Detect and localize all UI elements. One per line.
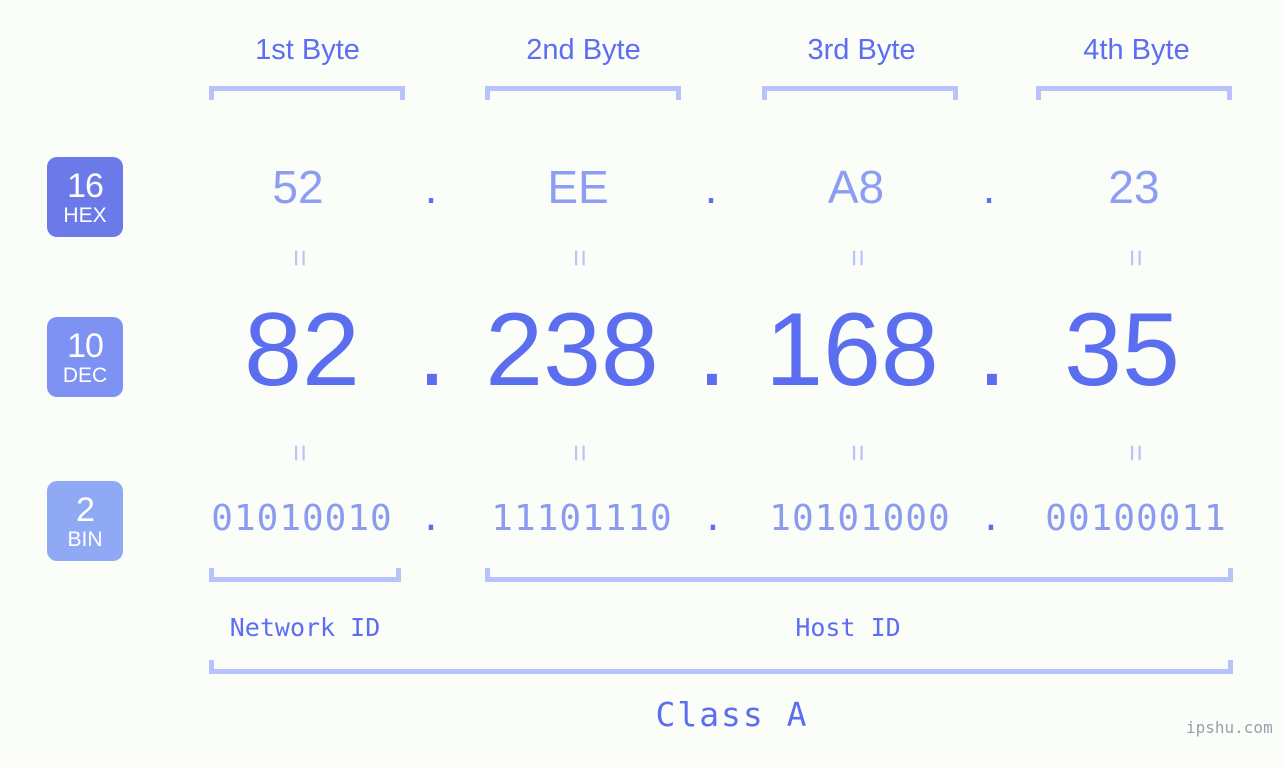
hex-separator-2: . [704, 161, 718, 213]
bin-separator-3: . [980, 498, 1002, 539]
hex-octet-3: A8 [827, 161, 885, 213]
dec-separator-3: . [977, 292, 1007, 408]
equals-mark-hex-dec-3: = [841, 249, 874, 267]
equals-mark-dec-bin-3: = [841, 444, 874, 462]
bin-separator-1: . [420, 498, 442, 539]
equals-mark-dec-bin-1: = [283, 444, 316, 462]
class-label: Class A [655, 695, 809, 734]
dec-octet-2: 238 [485, 292, 659, 408]
badge-dec-number: 10 [67, 326, 104, 365]
dec-octet-3: 168 [765, 292, 939, 408]
hex-octet-2: EE [547, 161, 609, 213]
dec-separator-1: . [417, 292, 447, 408]
equals-mark-hex-dec-4: = [1119, 249, 1152, 267]
badge-hex: 16 HEX [47, 157, 123, 237]
ip-address-breakdown-diagram: 1st Byte 2nd Byte 3rd Byte 4th Byte 16 H… [0, 0, 1285, 767]
badge-hex-label: HEX [63, 203, 107, 227]
badge-bin: 2 BIN [47, 481, 123, 561]
equals-mark-dec-bin-4: = [1119, 444, 1152, 462]
bin-separator-2: . [702, 498, 724, 539]
host-id-label: Host ID [795, 613, 901, 642]
badge-bin-number: 2 [76, 490, 95, 529]
bin-octet-4: 00100011 [1045, 498, 1227, 539]
dec-octet-4: 35 [1064, 292, 1180, 408]
byte-header-1: 1st Byte [255, 34, 360, 66]
badge-dec: 10 DEC [47, 317, 123, 397]
byte-header-2: 2nd Byte [526, 34, 641, 66]
badge-dec-label: DEC [62, 363, 108, 387]
byte-bracket-1 [209, 86, 405, 100]
hex-octet-1: 52 [272, 161, 324, 213]
bin-octet-2: 11101110 [491, 498, 673, 539]
hex-octet-4: 23 [1108, 161, 1160, 213]
badge-hex-number: 16 [67, 166, 104, 205]
byte-header-3: 3rd Byte [807, 34, 916, 66]
bin-octet-3: 10101000 [769, 498, 951, 539]
watermark: ipshu.com [1186, 718, 1273, 737]
hex-separator-3: . [982, 161, 996, 213]
equals-mark-hex-dec-1: = [283, 249, 316, 267]
network-id-label: Network ID [229, 613, 381, 642]
class-bracket [209, 660, 1233, 674]
badge-bin-label: BIN [67, 527, 103, 551]
equals-mark-hex-dec-2: = [563, 249, 596, 267]
byte-bracket-3 [762, 86, 958, 100]
byte-bracket-4 [1036, 86, 1232, 100]
host-id-bracket [485, 568, 1233, 582]
byte-header-4: 4th Byte [1083, 34, 1190, 66]
byte-bracket-2 [485, 86, 681, 100]
dec-separator-2: . [697, 292, 727, 408]
equals-mark-dec-bin-2: = [563, 444, 596, 462]
bin-octet-1: 01010010 [211, 498, 393, 539]
hex-separator-1: . [424, 161, 438, 213]
network-id-bracket [209, 568, 401, 582]
dec-octet-1: 82 [244, 292, 360, 408]
